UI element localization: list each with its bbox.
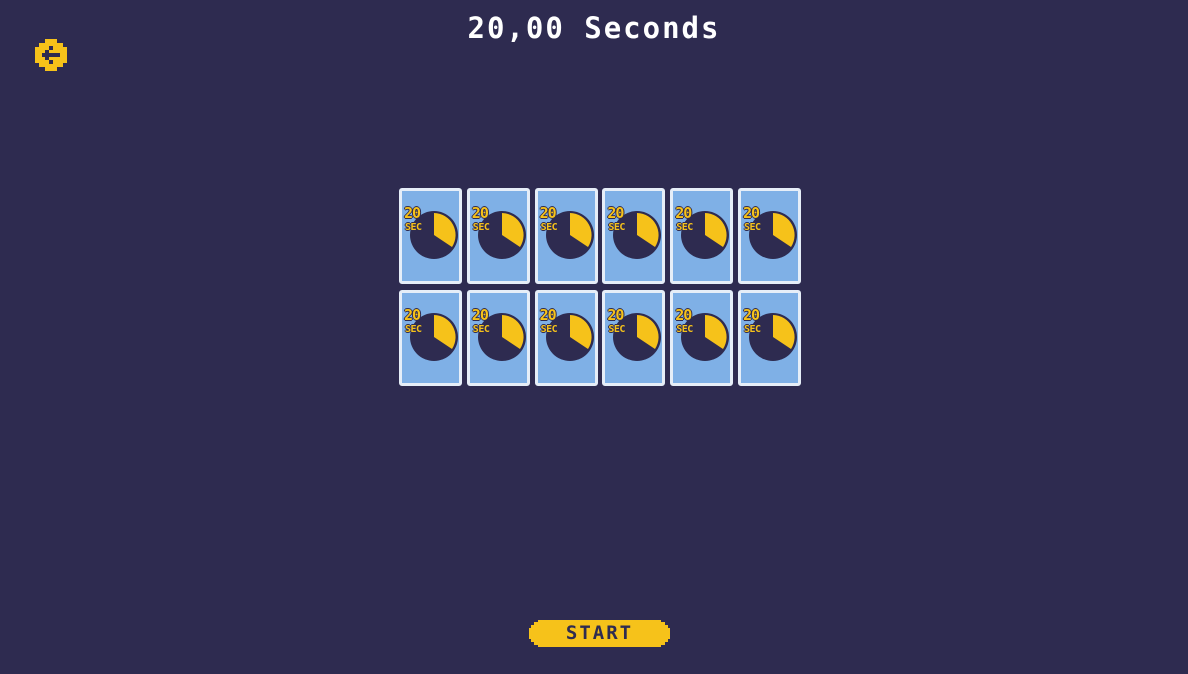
card-number: 20: [404, 306, 421, 324]
card[interactable]: 20 SEC: [399, 188, 462, 284]
card-unit: SEC: [608, 324, 625, 335]
timer-title: 20,00 Seconds: [467, 11, 721, 45]
card-number: 20: [675, 204, 692, 222]
card[interactable]: 20 SEC: [466, 290, 530, 386]
card-unit: SEC: [540, 324, 558, 335]
card-unit: SEC: [472, 222, 490, 233]
card-number: 20: [471, 204, 489, 222]
card-unit: SEC: [676, 222, 693, 233]
card[interactable]: 20 SEC: [737, 188, 801, 284]
card-unit: SEC: [743, 222, 761, 233]
card-number: 20: [539, 204, 557, 222]
card[interactable]: 20 SEC: [534, 290, 598, 386]
card-unit: SEC: [405, 222, 422, 233]
card[interactable]: 20 SEC: [534, 188, 598, 284]
card-number: 20: [742, 204, 760, 222]
start-button[interactable]: START: [529, 620, 670, 647]
card[interactable]: 20 SEC: [602, 290, 666, 386]
start-button-label: START: [565, 622, 634, 644]
card-unit: SEC: [540, 222, 558, 233]
card-number: 20: [471, 306, 489, 324]
card-unit: SEC: [676, 324, 693, 335]
back-button[interactable]: [35, 39, 67, 71]
card-number: 20: [675, 306, 692, 324]
arrow-left-circle-icon: [35, 39, 67, 71]
card[interactable]: 20 SEC: [399, 290, 462, 386]
card[interactable]: 20 SEC: [737, 290, 801, 386]
card[interactable]: 20 SEC: [670, 188, 734, 284]
card-number: 20: [742, 306, 760, 324]
card-grid: 20 SEC 20 SEC 20 SEC 20 SEC 20 SEC 20 SE…: [399, 188, 801, 386]
card-unit: SEC: [743, 324, 761, 335]
card[interactable]: 20 SEC: [466, 188, 530, 284]
card-number: 20: [404, 204, 421, 222]
card-number: 20: [607, 306, 624, 324]
card-number: 20: [607, 204, 624, 222]
card-unit: SEC: [472, 324, 490, 335]
card-unit: SEC: [608, 222, 625, 233]
card[interactable]: 20 SEC: [670, 290, 734, 386]
card[interactable]: 20 SEC: [602, 188, 666, 284]
card-number: 20: [539, 306, 557, 324]
card-unit: SEC: [405, 324, 422, 335]
